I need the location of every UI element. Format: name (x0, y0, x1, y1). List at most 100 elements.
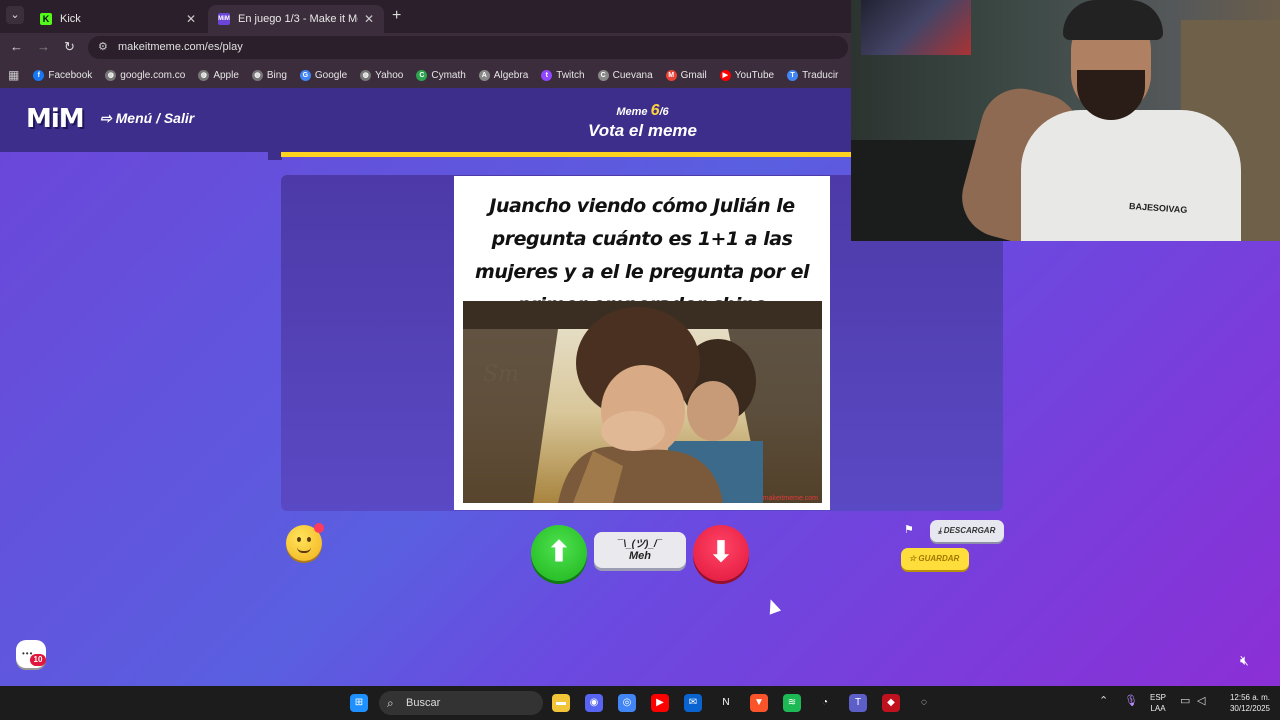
bookmark-item[interactable]: ▶ YouTube (719, 69, 775, 81)
meh-vote-button[interactable]: ¯\_(ツ)_/¯ Meh (594, 532, 686, 568)
bookmark-item[interactable]: M Gmail (665, 69, 707, 81)
meme-card: Juancho viendo cómo Julián le pregunta c… (454, 176, 830, 510)
bookmark-icon: ◍ (360, 69, 372, 81)
bookmark-label: Gmail (680, 69, 707, 81)
round-prefix: Meme (616, 106, 648, 118)
close-icon[interactable]: ✕ (186, 12, 196, 26)
network-icon[interactable]: ▭ (1180, 694, 1190, 707)
volume-icon[interactable]: ◁ (1197, 694, 1205, 707)
bookmark-icon: ▶ (719, 69, 731, 81)
save-button[interactable]: ☆ GUARDAR (901, 548, 969, 570)
spotify-icon[interactable]: ≋ (783, 694, 801, 712)
bookmark-item[interactable]: ◍ Yahoo (360, 69, 404, 81)
shrug-face: ¯\_(ツ)_/¯ (617, 539, 663, 550)
site-settings-icon[interactable]: ⚙ (98, 36, 108, 59)
reload-icon[interactable]: ↻ (64, 39, 75, 55)
bookmark-item[interactable]: A Algebra (478, 69, 528, 81)
tab-make-it-meme[interactable]: MiM En juego 1/3 - Make it Meme ✕ (208, 5, 384, 33)
speedometer-icon[interactable]: ◔ (816, 694, 834, 712)
meme-image: Sm makeitmeme.com (463, 301, 822, 503)
chat-badge: 10 (30, 654, 46, 666)
discord-icon[interactable]: ◉ (585, 694, 603, 712)
youtube-icon[interactable]: ▶ (651, 694, 669, 712)
tab-search-dropdown[interactable]: ⌄ (6, 6, 24, 24)
bookmark-label: Traducir (802, 69, 839, 81)
mim-icon: MiM (218, 13, 230, 25)
emoji-reaction-button[interactable] (286, 523, 324, 561)
bookmark-item[interactable]: G Google (299, 69, 348, 81)
streamer-cap (1063, 0, 1163, 40)
clock-time: 12:56 a. m. (1229, 693, 1270, 702)
menu-exit-label: Menú / Salir (115, 110, 195, 126)
bookmark-icon: ◍ (251, 69, 263, 81)
obs-icon[interactable]: ◌ (915, 694, 933, 712)
bookmark-icon: ◍ (105, 69, 117, 81)
bookmark-label: Cuevana (612, 69, 653, 81)
bookmark-item[interactable]: ◍ Bing (251, 69, 287, 81)
forward-icon[interactable]: → (37, 39, 50, 54)
bookmark-icon: A (478, 69, 490, 81)
chat-button[interactable]: ••• 10 (16, 640, 46, 668)
emoji-mouth (297, 547, 311, 553)
bookmark-label: YouTube (734, 69, 775, 81)
bookmark-label: Yahoo (375, 69, 404, 81)
close-icon[interactable]: ✕ (364, 12, 374, 26)
game-icon[interactable]: ◆ (882, 694, 900, 712)
bookmark-label: google.com.co (120, 69, 186, 81)
bookmark-label: Bing (266, 69, 287, 81)
netflix-icon[interactable]: N (717, 694, 735, 712)
windows-start-icon[interactable]: ⊞ (350, 694, 368, 712)
webcam-overlay: BAJESOIVAG (851, 0, 1280, 241)
address-bar[interactable]: ⚙ makeitmeme.com/es/play (88, 36, 848, 59)
downvote-button[interactable]: ⬇ (693, 525, 749, 581)
header-notch (268, 152, 282, 160)
brave-icon[interactable]: ▼ (750, 694, 768, 712)
page-title: Vota el meme (588, 121, 697, 140)
bookmark-item[interactable]: C Cymath (416, 69, 466, 81)
microphone-icon[interactable]: 🎙︎ (1124, 694, 1138, 707)
kick-icon: K (40, 13, 52, 25)
exit-icon: ⇨ (100, 110, 112, 126)
mim-logo[interactable]: MiM (26, 104, 85, 134)
download-button[interactable]: ⤓ DESCARGAR (930, 520, 1004, 542)
bookmark-icon: G (299, 69, 311, 81)
svg-text:Sm: Sm (483, 362, 519, 387)
mute-icon[interactable]: 🔇︎ (1240, 652, 1249, 669)
download-icon: ⤓ (938, 526, 942, 535)
menu-exit-button[interactable]: ⇨ Menú / Salir (100, 110, 194, 127)
star-icon: ☆ (909, 554, 917, 563)
bookmark-icon: ◍ (198, 69, 210, 81)
language-indicator[interactable]: ESP LAA (1150, 692, 1166, 714)
bookmark-item[interactable]: C Cuevana (597, 69, 653, 81)
teams-icon[interactable]: T (849, 694, 867, 712)
outlook-icon[interactable]: ✉ (684, 694, 702, 712)
bookmark-item[interactable]: t Twitch (541, 69, 585, 81)
bookmark-item[interactable]: f Facebook (33, 69, 92, 81)
new-tab-button[interactable]: + (392, 7, 401, 25)
bookmark-icon: t (541, 69, 553, 81)
bookmark-item[interactable]: ◍ google.com.co (105, 69, 186, 81)
system-clock[interactable]: 12:56 a. m. 30/12/2025 (1218, 692, 1270, 714)
chevron-up-icon[interactable]: ⌃ (1099, 694, 1108, 707)
download-label: DESCARGAR (943, 526, 996, 535)
back-icon[interactable]: ← (10, 39, 23, 54)
round-total: /6 (659, 106, 669, 118)
bookmark-label: Google (314, 69, 348, 81)
save-label: GUARDAR (918, 554, 960, 563)
report-flag-icon[interactable]: ⚑ (904, 523, 914, 536)
bookmark-item[interactable]: ◍ Apple (198, 69, 239, 81)
wall-poster (861, 0, 971, 55)
round-progress-bar (281, 152, 851, 157)
streamer-shirt (1021, 110, 1241, 241)
files-icon[interactable]: ▬ (552, 694, 570, 712)
bookmark-label: Apple (213, 69, 239, 81)
taskbar-search[interactable]: ⌕ Buscar (379, 691, 543, 715)
meme-photo: Sm (463, 301, 822, 503)
mouse-cursor (764, 597, 782, 615)
bookmark-item[interactable]: T Traducir (787, 69, 839, 81)
tab-kick[interactable]: K Kick ✕ (30, 5, 206, 33)
chrome-icon[interactable]: ◎ (618, 694, 636, 712)
apps-grid-icon[interactable]: ▦ (8, 68, 19, 82)
arrow-down-icon: ⬇ (709, 536, 733, 567)
upvote-button[interactable]: ⬆ (531, 525, 587, 581)
